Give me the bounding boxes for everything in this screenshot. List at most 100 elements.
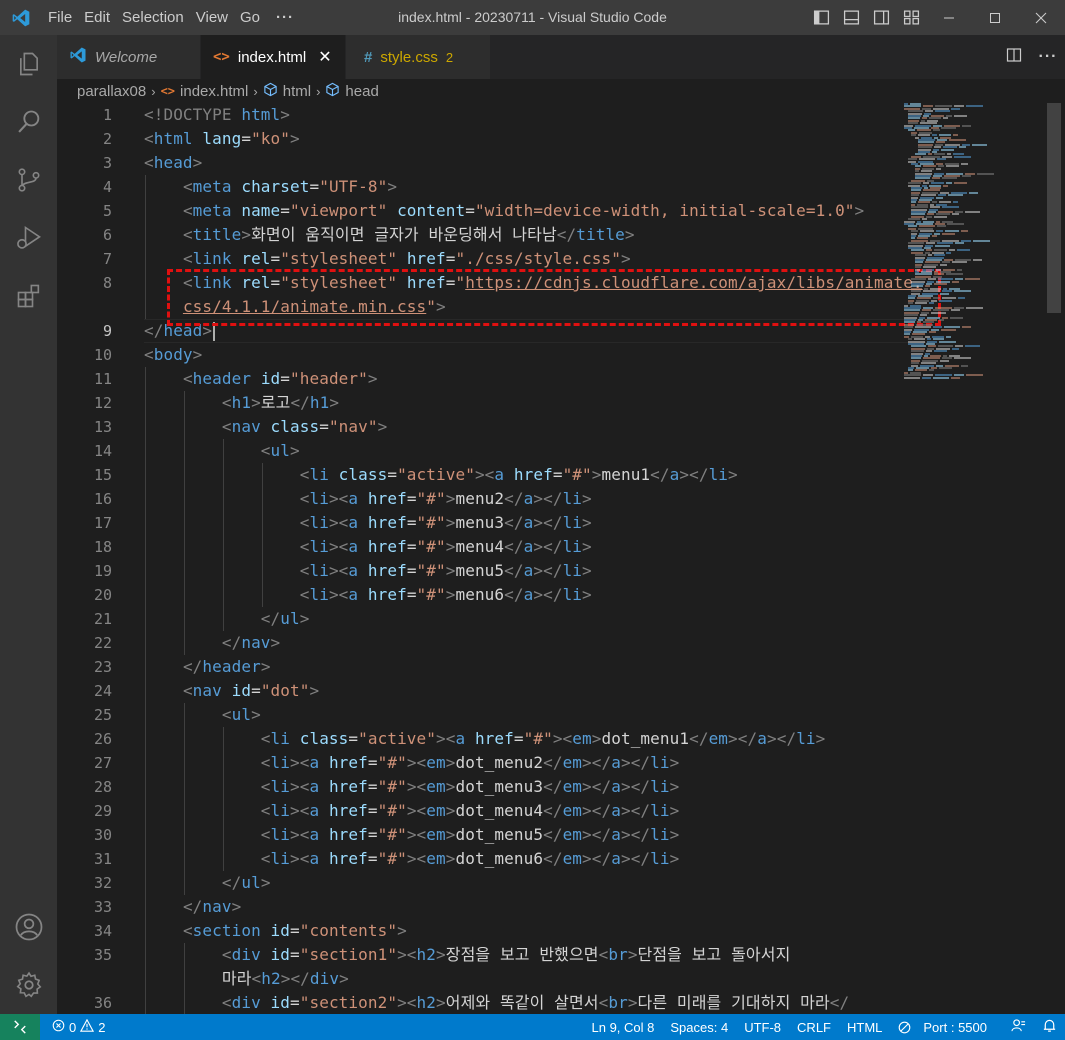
line-number: 13 (93, 418, 112, 436)
minimap-line (936, 196, 944, 199)
minimap-line (953, 182, 967, 185)
minimize-icon[interactable] (926, 0, 972, 35)
no-entry-icon (899, 1021, 911, 1033)
minimap-line (940, 292, 950, 295)
line-number: 36 (93, 994, 112, 1012)
menu-more[interactable]: ··· (266, 0, 304, 35)
title-text: 화면이 움직이면 글자가 바운딩해서 나타남 (251, 225, 557, 244)
doctype-close: > (280, 105, 291, 124)
menu-go[interactable]: Go (234, 0, 266, 35)
minimap-line (941, 328, 956, 331)
code-line: 24 <nav id="dot"> (57, 679, 947, 703)
language-mode[interactable]: HTML (839, 1020, 890, 1035)
tab-index-html[interactable]: <> index.html ✕ (201, 35, 346, 79)
code-line: 22 </nav> (57, 631, 947, 655)
breadcrumb-folder[interactable]: parallax08 (77, 83, 146, 100)
menu-file[interactable]: File (42, 0, 78, 35)
notifications-bell-icon[interactable] (1034, 1018, 1065, 1036)
end-of-line[interactable]: CRLF (789, 1020, 839, 1035)
minimap-line (950, 316, 963, 319)
error-icon (52, 1019, 65, 1035)
scrollbar-thumb[interactable] (1047, 103, 1061, 313)
menu-view[interactable]: View (190, 0, 234, 35)
line-number: 15 (93, 466, 112, 484)
code-line: 30 <li><a href="#"><em>dot_menu5</em></a… (57, 823, 947, 847)
line-number: 1 (102, 106, 112, 124)
line-number: 10 (93, 346, 112, 364)
toggle-primary-sidebar-icon[interactable] (806, 0, 836, 35)
line-number: 35 (93, 946, 112, 964)
line-number: 9 (102, 322, 112, 340)
minimap-line (941, 177, 957, 180)
code-line: 35 <div id="section1"><h2>장점을 보고 반했으면<br… (57, 943, 947, 991)
source-control-icon[interactable] (0, 151, 57, 209)
explorer-icon[interactable] (0, 35, 57, 93)
code-line: 25 <ul> (57, 703, 947, 727)
run-debug-icon[interactable] (0, 209, 57, 267)
tab-welcome[interactable]: Welcome (57, 35, 201, 79)
minimap-line (934, 110, 950, 113)
minimap-line (946, 251, 952, 254)
line-number: 24 (93, 682, 112, 700)
minimap-line (965, 278, 981, 281)
code-line: 7 <link rel="stylesheet" href="./css/sty… (57, 247, 947, 271)
minimap-line (966, 374, 983, 377)
minimap-line (928, 302, 934, 305)
doctype-token: <!DOCTYPE (144, 105, 232, 124)
breadcrumb: parallax08 › <> index.html › html › head (57, 79, 1065, 103)
minimap-line (932, 235, 938, 237)
menu-text: menu4 (455, 537, 505, 556)
accounts-icon[interactable] (0, 898, 57, 956)
code-line: 14 <ul> (57, 439, 947, 463)
logo-text: 로고 (260, 393, 291, 412)
minimap-line (952, 280, 960, 283)
problems-badge: 2 (445, 49, 454, 65)
feedback-icon[interactable] (1003, 1018, 1034, 1036)
code-line: 32 </ul> (57, 871, 947, 895)
code-line: 18 <li><a href="#">menu4</a></li> (57, 535, 947, 559)
minimap-line (939, 263, 947, 266)
code-line: 20 <li><a href="#">menu6</a></li> (57, 583, 947, 607)
toggle-secondary-sidebar-icon[interactable] (866, 0, 896, 35)
more-actions-icon[interactable]: ··· (1031, 48, 1065, 66)
menu-text: menu6 (455, 585, 505, 604)
extensions-icon[interactable] (0, 267, 57, 325)
minimap[interactable] (896, 103, 996, 1014)
code-line: 31 <li><a href="#"><em>dot_menu6</em></a… (57, 847, 947, 871)
minimap-line (941, 148, 955, 151)
cursor-position[interactable]: Ln 9, Col 8 (584, 1020, 663, 1035)
remote-indicator-icon[interactable] (0, 1014, 40, 1040)
toggle-panel-icon[interactable] (836, 0, 866, 35)
dot-menu-text: dot_menu6 (455, 849, 544, 868)
code-line: 19 <li><a href="#">menu5</a></li> (57, 559, 947, 583)
breadcrumb-file[interactable]: <> index.html (161, 83, 249, 100)
menu-selection[interactable]: Selection (116, 0, 190, 35)
line-number: 4 (102, 178, 112, 196)
indentation[interactable]: Spaces: 4 (662, 1020, 736, 1035)
encoding[interactable]: UTF-8 (736, 1020, 789, 1035)
line-number: 31 (93, 850, 112, 868)
line-number: 23 (93, 658, 112, 676)
manage-gear-icon[interactable] (0, 956, 57, 1014)
minimap-line (942, 117, 948, 120)
code-line: 27 <li><a href="#"><em>dot_menu2</em></a… (57, 751, 947, 775)
code-line: 17 <li><a href="#">menu3</a></li> (57, 511, 947, 535)
customize-layout-icon[interactable] (896, 0, 926, 35)
search-icon[interactable] (0, 93, 57, 151)
minimap-line (962, 326, 971, 329)
live-server-port[interactable]: Port : 5500 (890, 1020, 1003, 1035)
code-line: 16 <li><a href="#">menu2</a></li> (57, 487, 947, 511)
minimap-line (941, 127, 956, 129)
breadcrumb-html[interactable]: html (263, 82, 311, 101)
split-editor-icon[interactable] (997, 47, 1031, 68)
minimap-line (938, 299, 952, 302)
close-window-icon[interactable] (1018, 0, 1064, 35)
symbol-field-icon (325, 82, 340, 101)
line-number: 2 (102, 130, 112, 148)
maximize-icon[interactable] (972, 0, 1018, 35)
menu-edit[interactable]: Edit (78, 0, 116, 35)
close-icon[interactable]: ✕ (318, 47, 331, 67)
tab-style-css[interactable]: # style.css 2 (346, 35, 491, 79)
problems-indicator[interactable]: 0 2 (52, 1018, 105, 1035)
breadcrumb-head[interactable]: head (325, 82, 379, 101)
